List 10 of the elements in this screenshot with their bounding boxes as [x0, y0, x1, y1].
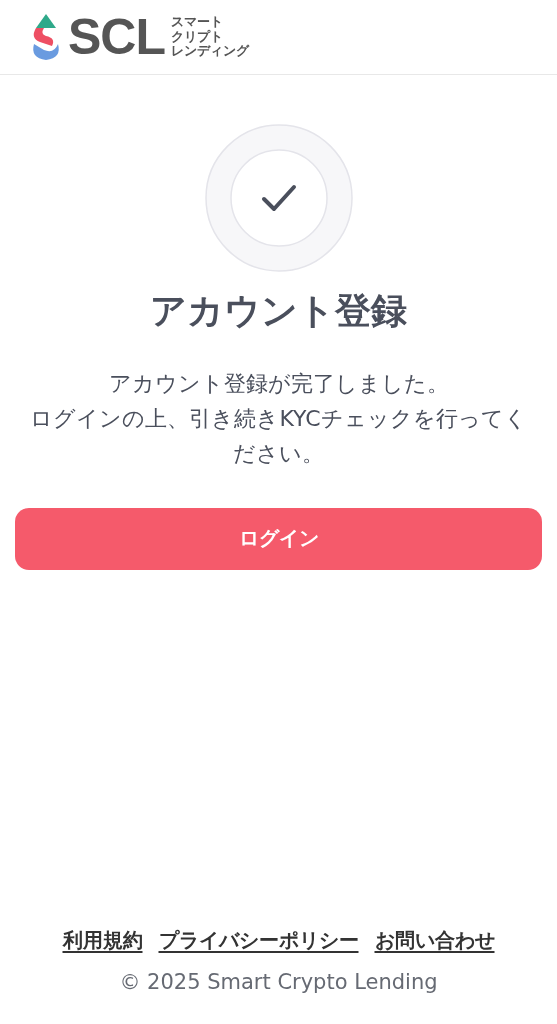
logo-text: SCL: [68, 12, 165, 62]
logo-icon: [30, 14, 62, 60]
logo-tagline: スマート クリプト レンディング: [171, 14, 249, 60]
footer-link[interactable]: プライバシーポリシー: [158, 927, 359, 954]
footer-link[interactable]: お問い合わせ: [374, 927, 495, 954]
check-icon: [203, 123, 354, 273]
copyright: © 2025 Smart Crypto Lending: [119, 970, 438, 994]
footer-link[interactable]: 利用規約: [62, 927, 143, 954]
page-title: アカウント登録: [150, 289, 407, 333]
completion-message: アカウント登録が完了しました。 ログインの上、引き続きKYCチェックを行ってください。: [29, 370, 528, 469]
